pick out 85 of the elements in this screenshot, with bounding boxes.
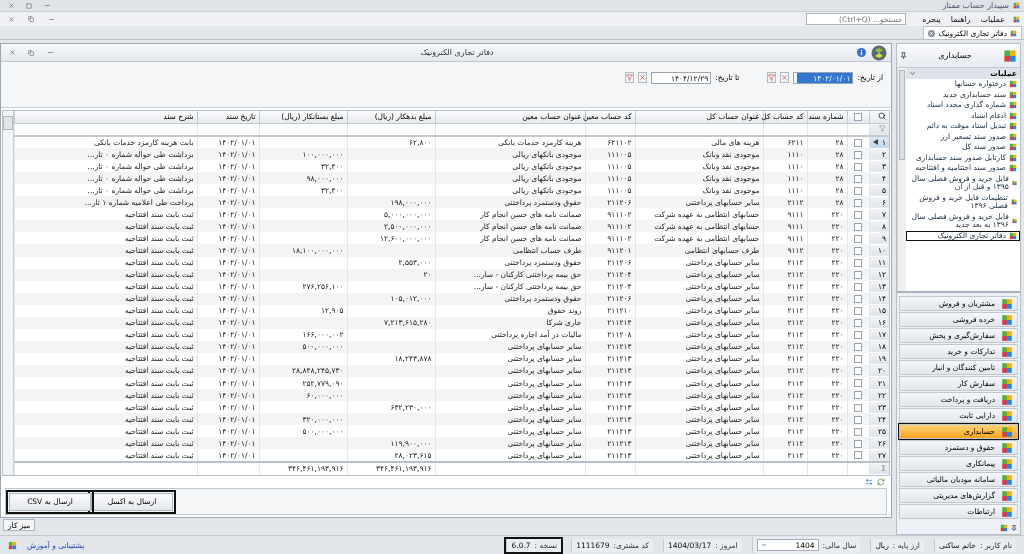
arrow-icon [872, 139, 878, 146]
pin-icon[interactable] [1011, 525, 1017, 531]
colored-blocks-icon [1011, 179, 1017, 187]
checkbox[interactable] [854, 198, 862, 207]
colored-blocks-icon [1001, 489, 1013, 502]
clear-button[interactable] [780, 72, 790, 83]
checkbox[interactable] [854, 283, 862, 292]
filter-button[interactable] [625, 72, 635, 83]
checkbox[interactable] [854, 113, 862, 122]
maximize-icon[interactable] [26, 2, 32, 9]
window-title: دفاتر تجاری الکترونیک [419, 48, 495, 57]
help-icon[interactable] [857, 48, 866, 57]
colored-blocks-icon [1001, 313, 1013, 326]
minimize-icon[interactable] [46, 49, 54, 56]
checkbox[interactable] [854, 162, 862, 171]
colored-blocks-icon [1001, 505, 1013, 518]
close-icon[interactable] [928, 29, 936, 37]
checkbox[interactable] [854, 210, 862, 219]
checkbox[interactable] [854, 439, 862, 448]
filter-button[interactable] [767, 72, 777, 83]
colored-blocks-icon [1011, 217, 1017, 225]
scrollbar[interactable] [2, 111, 14, 475]
arrows-icon[interactable] [865, 478, 873, 486]
scrollbar[interactable] [897, 68, 906, 291]
checkbox[interactable] [854, 379, 862, 388]
checkbox[interactable] [854, 343, 862, 352]
checkbox[interactable] [854, 319, 862, 328]
checkbox[interactable] [854, 331, 862, 340]
colored-blocks-icon [1009, 164, 1017, 173]
checkbox[interactable] [854, 150, 862, 159]
checkbox[interactable] [854, 451, 862, 460]
checkbox[interactable] [854, 415, 862, 424]
restore-icon[interactable] [28, 49, 34, 56]
checkbox[interactable] [854, 234, 862, 243]
colored-blocks-icon [1001, 393, 1013, 406]
colored-blocks-icon [1000, 524, 1008, 532]
colored-blocks-icon [1001, 457, 1013, 470]
menu-item[interactable]: عملیات [978, 14, 1007, 24]
colored-blocks-icon [1001, 377, 1013, 390]
checkbox[interactable] [854, 222, 862, 231]
checkbox[interactable] [854, 307, 862, 316]
colored-blocks-icon [1001, 297, 1013, 310]
menu-item[interactable]: پنجره [920, 14, 943, 24]
checkbox[interactable] [854, 295, 862, 304]
colored-blocks-icon [1010, 198, 1017, 206]
colored-blocks-icon [1001, 361, 1013, 374]
close-icon[interactable] [7, 15, 15, 23]
module-title: حسابداری [937, 51, 973, 60]
checkbox[interactable] [854, 427, 862, 436]
refresh-icon[interactable] [877, 478, 885, 486]
colored-blocks-icon [1001, 329, 1013, 342]
clear-icon [781, 74, 789, 81]
chevron-icon[interactable] [909, 70, 916, 77]
checkbox[interactable] [854, 271, 862, 279]
checkbox[interactable] [854, 403, 862, 412]
checkbox[interactable] [854, 186, 862, 195]
menu-item[interactable]: راهنما [948, 14, 973, 24]
colored-blocks-icon [1001, 409, 1013, 422]
checkbox[interactable] [854, 246, 862, 255]
colored-blocks-icon [1001, 425, 1013, 438]
clear-icon [639, 74, 647, 81]
colored-blocks-icon [1001, 441, 1013, 454]
colored-blocks-icon [1009, 231, 1017, 240]
checkbox[interactable] [854, 355, 862, 364]
clear-button[interactable] [638, 72, 648, 83]
restore-icon[interactable] [28, 16, 34, 22]
colored-blocks-icon [1001, 345, 1013, 358]
close-icon[interactable] [8, 49, 16, 56]
checkbox[interactable] [854, 367, 862, 376]
filter-icon[interactable] [879, 124, 886, 132]
search-icon[interactable] [878, 111, 886, 120]
close-icon[interactable] [7, 2, 15, 9]
checkbox[interactable] [854, 391, 862, 400]
checkbox[interactable] [854, 258, 862, 267]
app-logo-icon [871, 44, 887, 61]
colored-blocks-icon [1001, 473, 1013, 486]
filter-icon [626, 74, 634, 81]
checkbox[interactable] [854, 174, 862, 183]
colored-blocks-icon [1003, 48, 1017, 63]
colored-blocks-icon [8, 540, 17, 550]
filter-icon [768, 74, 776, 81]
app-title: سپیدار حساب ممتاز [942, 1, 1009, 10]
pin-icon[interactable] [900, 52, 907, 59]
chevron-icon [760, 542, 767, 548]
checkbox[interactable] [854, 138, 862, 147]
